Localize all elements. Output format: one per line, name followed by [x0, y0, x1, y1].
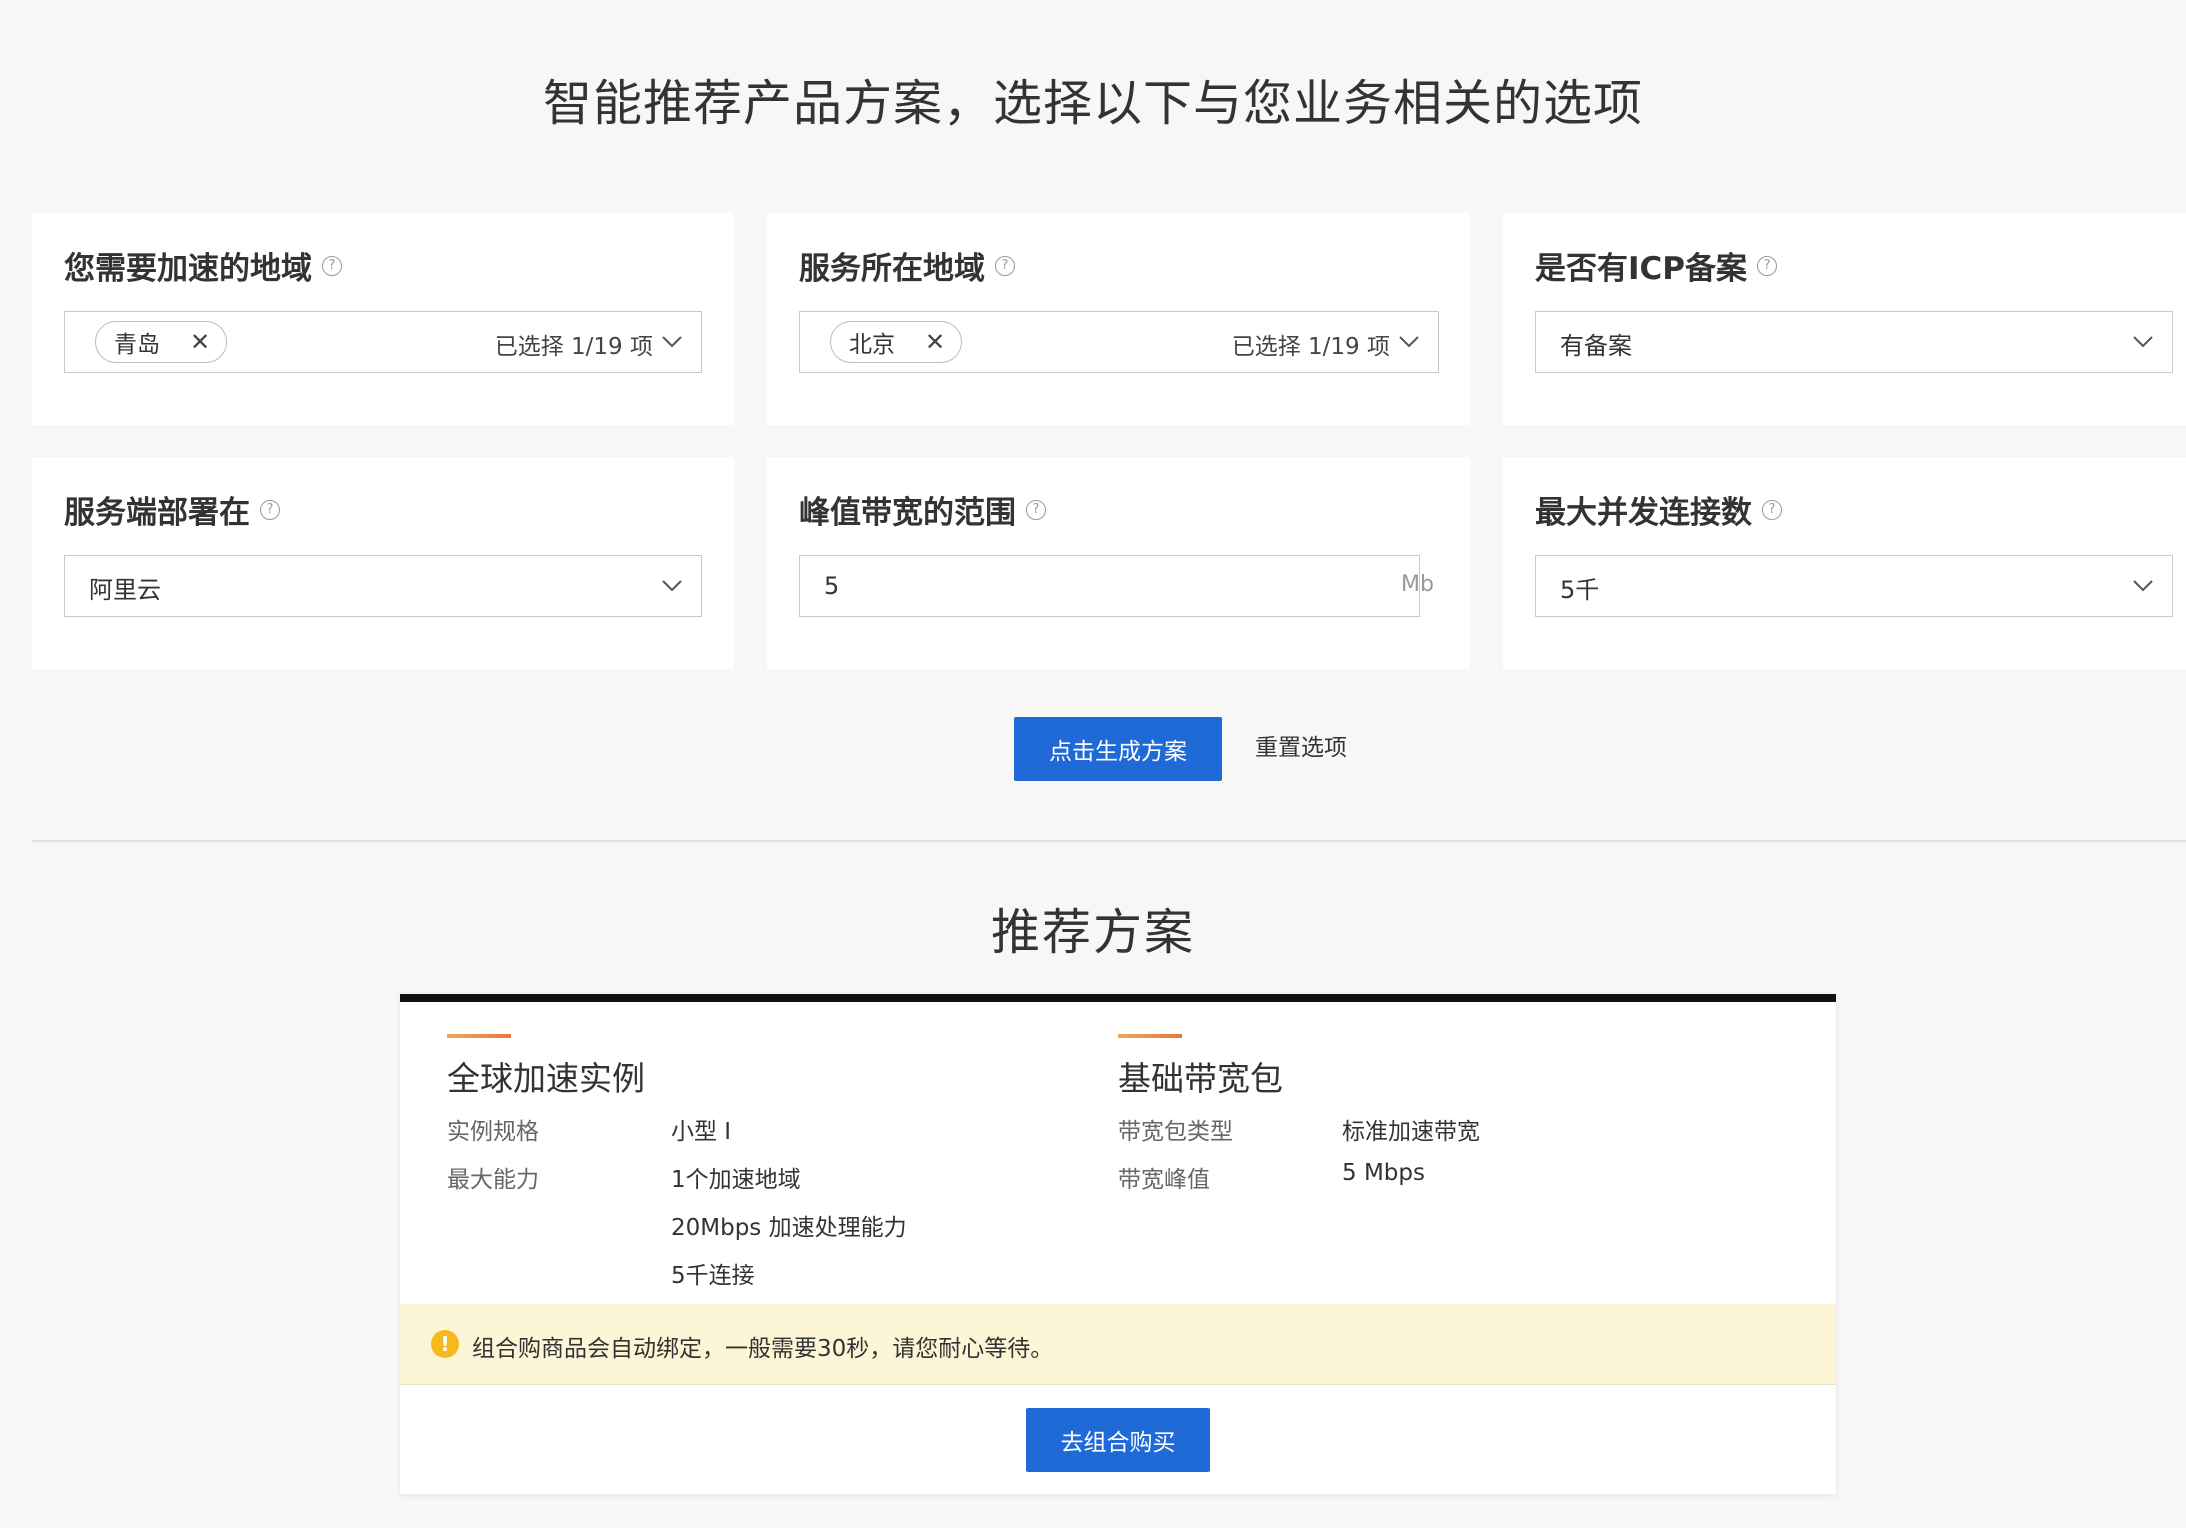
- service-region-label: 服务所在地域 ?: [799, 243, 1015, 288]
- spec-label: 带宽包类型: [1118, 1119, 1233, 1145]
- spec-value: 标准加速带宽: [1342, 1119, 1480, 1145]
- close-icon[interactable]: ✕: [925, 328, 945, 356]
- spec-value: 1个加速地域: [671, 1167, 801, 1193]
- accel-region-select[interactable]: 青岛 ✕ 已选择 1/19 项: [64, 311, 702, 373]
- max-connections-value: 5千: [1560, 576, 1600, 604]
- bandwidth-title: 基础带宽包: [1118, 1059, 1283, 1098]
- instance-title: 全球加速实例: [447, 1059, 645, 1098]
- help-icon[interactable]: ?: [1757, 255, 1778, 276]
- peak-bandwidth-card: 峰值带宽的范围 ? 5 Mb: [767, 457, 1470, 669]
- region-tag: 北京 ✕: [830, 321, 963, 363]
- peak-bandwidth-value: 5: [824, 572, 840, 600]
- icp-label: 是否有ICP备案 ?: [1535, 243, 1778, 288]
- service-region-select[interactable]: 北京 ✕ 已选择 1/19 项: [799, 311, 1439, 373]
- generate-plan-button[interactable]: 点击生成方案: [1014, 717, 1222, 781]
- accent-line: [447, 1034, 511, 1038]
- spec-label: 最大能力: [447, 1167, 539, 1193]
- deployment-label: 服务端部署在 ?: [64, 487, 280, 532]
- max-connections-label: 最大并发连接数 ?: [1535, 487, 1782, 532]
- help-icon[interactable]: ?: [260, 499, 280, 520]
- help-icon[interactable]: ?: [1026, 499, 1046, 520]
- accel-region-label: 您需要加速的地域 ?: [64, 243, 342, 288]
- accent-line: [1118, 1034, 1182, 1038]
- recommendation-title: 推荐方案: [990, 904, 1195, 961]
- help-icon[interactable]: ?: [995, 255, 1015, 276]
- bandwidth-unit: Mb: [1401, 572, 1434, 597]
- icp-card: 是否有ICP备案 ? 有备案: [1503, 213, 2186, 425]
- warning-icon: !: [431, 1330, 459, 1358]
- chevron-down-icon[interactable]: [2132, 574, 2154, 596]
- spec-value: 5千连接: [671, 1263, 755, 1289]
- spec-label: 实例规格: [447, 1119, 539, 1145]
- region-tag: 青岛 ✕: [95, 321, 228, 363]
- spec-value: 小型 I: [671, 1119, 732, 1145]
- help-icon[interactable]: ?: [1762, 499, 1782, 520]
- deployment-card: 服务端部署在 ? 阿里云: [32, 457, 734, 669]
- notice-text: 组合购商品会自动绑定，一般需要30秒，请您耐心等待。: [472, 1336, 1054, 1362]
- chevron-down-icon[interactable]: [661, 330, 683, 352]
- accel-region-card: 您需要加速的地域 ? 青岛 ✕ 已选择 1/19 项: [32, 213, 734, 425]
- icp-select[interactable]: 有备案: [1535, 311, 2173, 373]
- recommendation-card: 全球加速实例 实例规格 小型 I 最大能力 1个加速地域 20Mbps 加速处理…: [400, 994, 1836, 1494]
- selection-count: 已选择 1/19 项: [1231, 334, 1390, 360]
- deployment-value: 阿里云: [89, 576, 161, 604]
- max-connections-card: 最大并发连接数 ? 5千: [1503, 457, 2186, 669]
- peak-bandwidth-input[interactable]: 5: [799, 555, 1420, 617]
- selection-count: 已选择 1/19 项: [494, 334, 653, 360]
- chevron-down-icon[interactable]: [661, 574, 683, 596]
- close-icon[interactable]: ✕: [190, 328, 210, 356]
- section-divider: [32, 840, 2186, 842]
- spec-value: 5 Mbps: [1342, 1160, 1425, 1186]
- card-top-bar: [400, 994, 1836, 1002]
- chevron-down-icon[interactable]: [1398, 330, 1420, 352]
- deployment-select[interactable]: 阿里云: [64, 555, 702, 617]
- spec-value: 20Mbps 加速处理能力: [671, 1215, 907, 1241]
- spec-label: 带宽峰值: [1118, 1167, 1210, 1193]
- notice-banner: ! 组合购商品会自动绑定，一般需要30秒，请您耐心等待。: [400, 1304, 1836, 1385]
- service-region-card: 服务所在地域 ? 北京 ✕ 已选择 1/19 项: [767, 213, 1470, 425]
- max-connections-select[interactable]: 5千: [1535, 555, 2173, 617]
- chevron-down-icon[interactable]: [2132, 330, 2154, 352]
- combo-purchase-button[interactable]: 去组合购买: [1026, 1408, 1210, 1472]
- help-icon[interactable]: ?: [322, 255, 342, 276]
- peak-bandwidth-label: 峰值带宽的范围 ?: [799, 487, 1046, 532]
- page-title: 智能推荐产品方案，选择以下与您业务相关的选项: [542, 75, 1643, 132]
- reset-options-button[interactable]: 重置选项: [1255, 728, 1347, 762]
- icp-value: 有备案: [1560, 332, 1632, 360]
